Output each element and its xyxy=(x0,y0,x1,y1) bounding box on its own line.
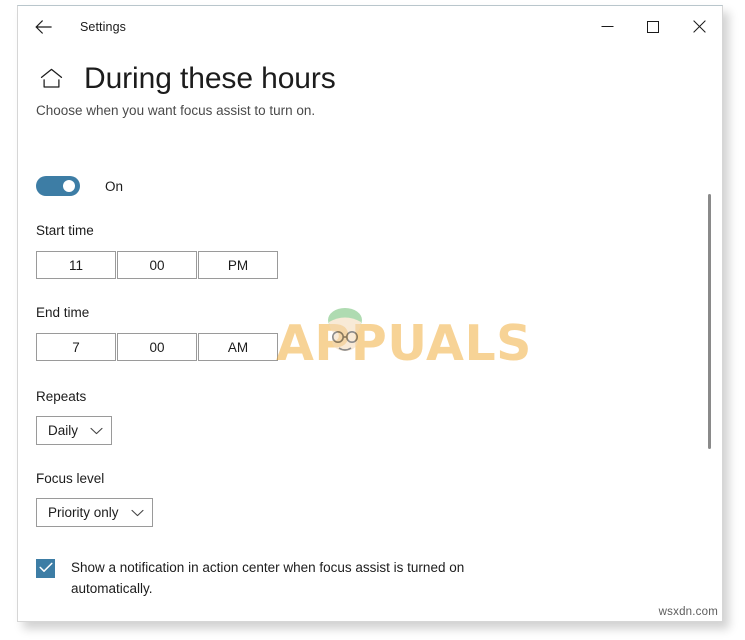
end-time-meridiem-field[interactable]: AM xyxy=(198,333,278,361)
page-title: During these hours xyxy=(84,62,336,95)
end-time-minute-field[interactable]: 00 xyxy=(117,333,197,361)
notification-checkbox[interactable] xyxy=(36,559,55,578)
maximize-icon xyxy=(647,20,659,33)
focus-assist-toggle[interactable] xyxy=(36,176,80,196)
notification-checkbox-row[interactable]: Show a notification in action center whe… xyxy=(36,558,722,599)
focus-level-dropdown[interactable]: Priority only xyxy=(36,498,153,527)
title-bar: Settings xyxy=(18,6,722,47)
end-time-picker: 7 00 AM xyxy=(36,333,722,361)
repeats-value: Daily xyxy=(48,423,79,438)
maximize-button[interactable] xyxy=(630,6,676,47)
toggle-knob xyxy=(63,180,75,192)
focus-assist-toggle-row: On xyxy=(36,175,722,197)
wsxdn-watermark: wsxdn.com xyxy=(658,606,718,618)
focus-level-value: Priority only xyxy=(48,505,119,520)
focus-level-group: Focus level Priority only xyxy=(36,471,722,527)
start-time-minute-field[interactable]: 00 xyxy=(117,251,197,279)
checkmark-icon xyxy=(38,560,53,578)
end-time-hour-field[interactable]: 7 xyxy=(36,333,116,361)
focus-level-label: Focus level xyxy=(36,471,105,486)
start-time-label: Start time xyxy=(36,223,94,238)
close-icon xyxy=(692,20,706,33)
toggle-state-label: On xyxy=(105,178,124,194)
chevron-down-icon xyxy=(90,427,103,435)
end-time-label: End time xyxy=(36,305,90,320)
back-button[interactable] xyxy=(20,8,66,46)
scrollbar-thumb[interactable] xyxy=(708,194,711,449)
start-time-meridiem-field[interactable]: PM xyxy=(198,251,278,279)
settings-content: On Start time 11 00 PM End time 7 00 AM xyxy=(36,175,722,599)
chevron-down-icon xyxy=(130,509,144,517)
back-arrow-icon xyxy=(34,19,52,34)
settings-window: Settings During these hours Choose when … xyxy=(17,5,723,622)
start-time-hour-field[interactable]: 11 xyxy=(36,251,116,279)
repeats-group: Repeats Daily xyxy=(36,389,722,445)
minimize-icon xyxy=(601,21,614,32)
end-time-group: End time 7 00 AM xyxy=(36,305,722,361)
settings-page-body: During these hours Choose when you want … xyxy=(18,47,722,621)
repeats-dropdown[interactable]: Daily xyxy=(36,416,113,445)
vertical-scrollbar[interactable] xyxy=(704,89,715,619)
caption-button-group xyxy=(584,6,722,47)
page-header: During these hours Choose when you want … xyxy=(18,63,722,118)
home-title-row: During these hours xyxy=(18,63,722,95)
start-time-group: Start time 11 00 PM xyxy=(36,223,722,279)
start-time-picker: 11 00 PM xyxy=(36,251,722,279)
repeats-label: Repeats xyxy=(36,389,87,404)
home-icon[interactable] xyxy=(36,64,66,94)
window-title: Settings xyxy=(80,19,126,34)
minimize-button[interactable] xyxy=(584,6,630,47)
page-subtitle: Choose when you want focus assist to tur… xyxy=(36,102,316,118)
notification-checkbox-label: Show a notification in action center whe… xyxy=(71,560,465,596)
close-button[interactable] xyxy=(676,6,722,47)
